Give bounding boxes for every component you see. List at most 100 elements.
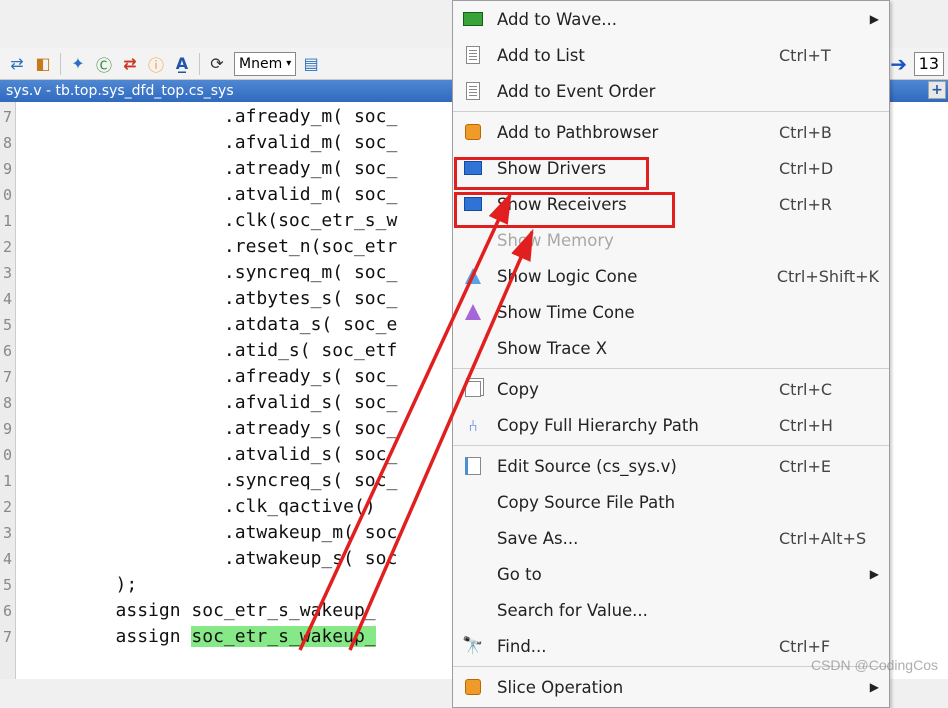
context-menu[interactable]: Add to Wave... ▶ Add to ListCtrl+T Add to E… xyxy=(452,0,890,708)
empty-icon xyxy=(459,226,487,254)
receivers-icon xyxy=(459,190,487,218)
gutter-line: 4 xyxy=(0,286,15,312)
menu-item-label: Find... xyxy=(497,637,769,656)
menu-item-label: Copy Source File Path xyxy=(497,493,879,512)
menu-item-save-as[interactable]: Save As...Ctrl+Alt+S xyxy=(453,520,889,556)
menu-item-copy-full-hierarchy-path[interactable]: ⑃ Copy Full Hierarchy Path Ctrl+H xyxy=(453,407,889,443)
gutter-line: 5 xyxy=(0,572,15,598)
tool-icon-2[interactable]: ◧ xyxy=(32,53,54,75)
submenu-arrow-icon: ▶ xyxy=(870,567,879,581)
edit-icon xyxy=(459,452,487,480)
gutter-line: 2 xyxy=(0,494,15,520)
menu-item-shortcut: Ctrl+E xyxy=(779,457,879,476)
submenu-arrow-icon: ▶ xyxy=(870,680,879,694)
gutter-line: 6 xyxy=(0,338,15,364)
gutter-line: 5 xyxy=(0,312,15,338)
menu-item-go-to[interactable]: Go to ▶ xyxy=(453,556,889,592)
copy-icon xyxy=(459,375,487,403)
menu-item-label: Go to xyxy=(497,565,860,584)
menu-item-label: Copy Full Hierarchy Path xyxy=(497,416,769,435)
empty-icon xyxy=(459,488,487,516)
menu-item-show-time-cone[interactable]: Show Time Cone xyxy=(453,294,889,330)
menu-item-label: Add to Pathbrowser xyxy=(497,123,769,142)
menu-item-label: Add to Wave... xyxy=(497,10,860,29)
time-cone-icon xyxy=(459,298,487,326)
menu-separator xyxy=(453,111,889,112)
right-toolbar: ➔ 13 xyxy=(888,48,948,80)
gutter-line: 0 xyxy=(0,182,15,208)
menu-item-label: Show Logic Cone xyxy=(497,267,767,286)
menu-item-label: Copy xyxy=(497,380,769,399)
line-number-input[interactable]: 13 xyxy=(914,52,944,76)
menu-item-copy[interactable]: Copy Ctrl+C xyxy=(453,371,889,407)
submenu-arrow-icon: ▶ xyxy=(870,12,879,26)
menu-item-show-receivers[interactable]: Show Receivers Ctrl+R xyxy=(453,186,889,222)
empty-icon xyxy=(459,596,487,624)
menu-item-label: Search for Value... xyxy=(497,601,879,620)
arrow-right-icon[interactable]: ➔ xyxy=(888,53,910,75)
menu-item-shortcut: Ctrl+T xyxy=(779,46,879,65)
gutter-line: 3 xyxy=(0,260,15,286)
menu-item-label: Edit Source (cs_sys.v) xyxy=(497,457,769,476)
menu-item-search-for-value[interactable]: Search for Value... xyxy=(453,592,889,628)
mnemonic-combo-value: Mnem xyxy=(239,56,282,72)
gutter-line: 7 xyxy=(0,104,15,130)
empty-icon xyxy=(459,560,487,588)
gutter-line: 4 xyxy=(0,546,15,572)
info-icon[interactable]: ⓘ xyxy=(145,53,167,75)
menu-item-label: Show Drivers xyxy=(497,159,769,178)
line-gutter: 789012345678901234567 xyxy=(0,102,16,679)
tool-icon-last[interactable]: ▤ xyxy=(300,53,322,75)
menu-item-label: Show Receivers xyxy=(497,195,769,214)
menu-separator xyxy=(453,445,889,446)
empty-icon xyxy=(459,524,487,552)
gutter-line: 9 xyxy=(0,156,15,182)
chevron-down-icon: ▾ xyxy=(286,58,291,69)
file-path: sys.v - tb.top.sys_dfd_top.cs_sys xyxy=(6,83,234,99)
menu-item-label: Add to Event Order xyxy=(497,82,879,101)
gutter-line: 1 xyxy=(0,208,15,234)
tool-icon-a[interactable]: A̲ xyxy=(171,53,193,75)
tool-icon-4[interactable]: Ⓒ xyxy=(93,53,115,75)
menu-item-show-drivers[interactable]: Show Drivers Ctrl+D xyxy=(453,150,889,186)
menu-item-shortcut: Ctrl+D xyxy=(779,159,879,178)
menu-item-add-to-pathbrowser[interactable]: Add to PathbrowserCtrl+B xyxy=(453,114,889,150)
menu-item-add-to-list[interactable]: Add to ListCtrl+T xyxy=(453,37,889,73)
menu-item-label: Show Trace X xyxy=(497,339,879,358)
drivers-icon xyxy=(459,154,487,182)
gutter-line: 3 xyxy=(0,520,15,546)
expand-button[interactable]: + xyxy=(928,81,946,99)
list-icon xyxy=(459,41,487,69)
tool-icon-1[interactable]: ⇄ xyxy=(6,53,28,75)
hierarchy-icon: ⑃ xyxy=(459,411,487,439)
menu-item-add-to-wave[interactable]: Add to Wave... ▶ xyxy=(453,1,889,37)
menu-item-shortcut: Ctrl+R xyxy=(779,195,879,214)
menu-item-edit-source-cs-sys-v[interactable]: Edit Source (cs_sys.v) Ctrl+E xyxy=(453,448,889,484)
logic-cone-icon xyxy=(459,262,487,290)
mnemonic-combo[interactable]: Mnem ▾ xyxy=(234,52,296,76)
gutter-line: 0 xyxy=(0,442,15,468)
menu-item-show-logic-cone[interactable]: Show Logic ConeCtrl+Shift+K xyxy=(453,258,889,294)
menu-item-shortcut: Ctrl+H xyxy=(779,416,879,435)
gutter-line: 7 xyxy=(0,364,15,390)
menu-item-copy-source-file-path[interactable]: Copy Source File Path xyxy=(453,484,889,520)
tool-icon-3[interactable]: ✦ xyxy=(67,53,89,75)
menu-item-label: Show Time Cone xyxy=(497,303,879,322)
gutter-line: 8 xyxy=(0,130,15,156)
toolbar-separator xyxy=(60,53,61,75)
gutter-line: 6 xyxy=(0,598,15,624)
refresh-icon[interactable]: ⟳ xyxy=(206,53,228,75)
event-icon xyxy=(459,77,487,105)
menu-item-slice-operation[interactable]: Slice Operation ▶ xyxy=(453,669,889,705)
gutter-line: 8 xyxy=(0,390,15,416)
gutter-line: 9 xyxy=(0,416,15,442)
menu-item-add-to-event-order[interactable]: Add to Event Order xyxy=(453,73,889,109)
menu-item-show-trace-x[interactable]: Show Trace X xyxy=(453,330,889,366)
tool-icon-5[interactable]: ⇄ xyxy=(119,53,141,75)
menu-item-shortcut: Ctrl+C xyxy=(779,380,879,399)
wave-icon xyxy=(459,5,487,33)
find-icon: 🔭 xyxy=(459,632,487,660)
menu-item-label: Slice Operation xyxy=(497,678,860,697)
slice-icon xyxy=(459,673,487,701)
menu-item-shortcut: Ctrl+F xyxy=(779,637,879,656)
